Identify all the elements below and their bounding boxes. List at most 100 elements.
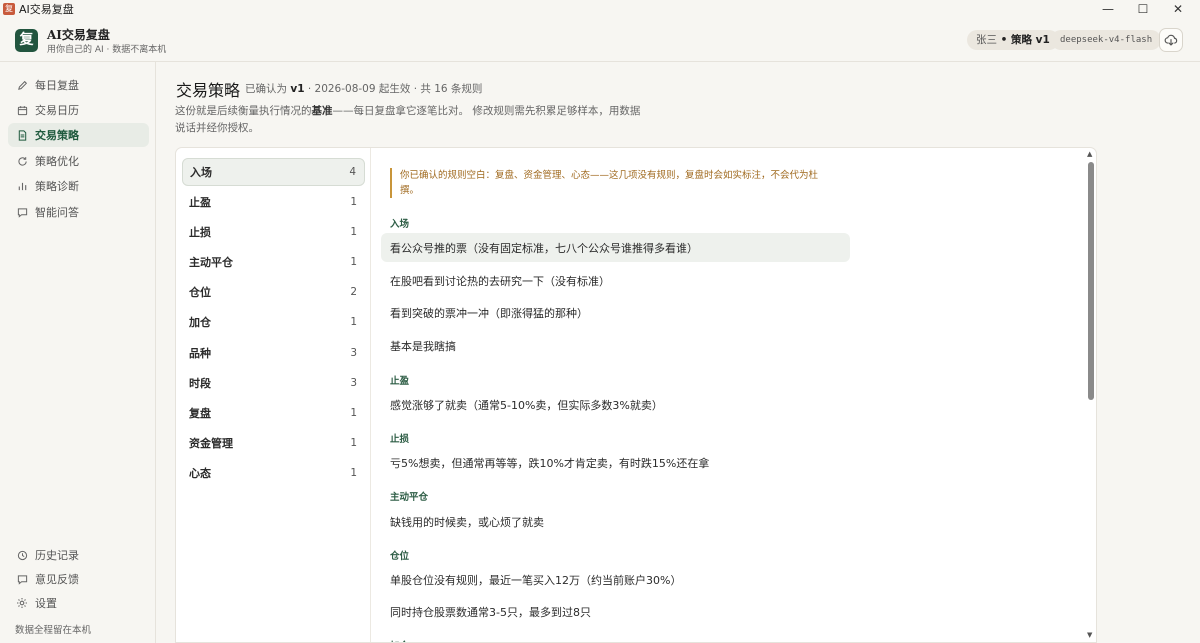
category-item[interactable]: 主动平仓 1 (182, 248, 365, 276)
refresh-icon (16, 155, 28, 167)
section-heading: 止盈 (390, 376, 410, 387)
category-item[interactable]: 入场 4 (182, 158, 365, 186)
close-button[interactable]: ✕ (1155, 0, 1200, 18)
category-count: 1 (350, 316, 357, 328)
strategy-panel: 入场 4 止盈 1 止损 1 主动平仓 1 仓位 2 加仓 1 品种 3 时段 3 复盘 1 资金… (175, 147, 1097, 643)
user-name: 张三 (976, 34, 997, 46)
cloud-download-icon (1164, 34, 1178, 46)
category-name: 资金管理 (189, 437, 233, 450)
rule-row[interactable]: 缺钱用的时候卖，或心烦了就卖 (381, 507, 850, 536)
feedback-icon (16, 573, 28, 585)
page-description: 这份就是后续衡量执行情况的基准——每日复盘拿它逐笔比对。 修改规则需先积累足够样… (175, 103, 645, 137)
sidebar-item-calendar[interactable]: 交易日历 (8, 98, 149, 122)
meta-prefix: 已确认为 (245, 83, 291, 95)
page-meta: 已确认为 v1 · 2026-08-09 起生效 · 共 16 条规则 (245, 81, 482, 96)
category-count: 2 (350, 286, 357, 298)
sidebar-item-strategy[interactable]: 交易策略 (8, 123, 149, 147)
category-item[interactable]: 资金管理 1 (182, 429, 365, 457)
sidebar-item-label: 交易日历 (35, 104, 79, 117)
section-heading: 止损 (390, 434, 410, 445)
sidebar-item-daily-review[interactable]: 每日复盘 (8, 73, 149, 97)
rules-gap-notice: 你已确认的规则空白：复盘、资金管理、心态——这几项没有规则，复盘时会如实标注，不… (390, 168, 820, 198)
section-heading: 加仓 (390, 638, 409, 642)
section-heading: 仓位 (390, 551, 410, 562)
sidebar: 每日复盘 交易日历 交易策略 策略优化 策略诊断 智能问答 历史记录 意见反馈 … (0, 62, 156, 643)
desc-part1: 这份就是后续衡量执行情况的 (175, 105, 312, 117)
category-name: 时段 (189, 377, 211, 390)
category-item[interactable]: 心态 1 (182, 459, 365, 487)
sidebar-item-history[interactable]: 历史记录 (8, 543, 149, 567)
rule-row[interactable]: 亏5%想卖，但通常再等等，跌10%才肯定卖，有时跌15%还在拿 (381, 448, 850, 477)
meta-version: v1 (290, 83, 305, 95)
category-item[interactable]: 止损 1 (182, 218, 365, 246)
user-strategy-badge[interactable]: 张三 • 策略 v1 (967, 30, 1059, 50)
window-title: AI交易复盘 (19, 3, 74, 16)
category-count: 1 (350, 256, 357, 268)
category-name: 入场 (190, 166, 212, 179)
sidebar-item-label: 意见反馈 (35, 573, 79, 586)
sidebar-item-diagnose[interactable]: 策略诊断 (8, 174, 149, 198)
sidebar-footer: 数据全程留在本机 (15, 625, 92, 636)
category-count: 1 (350, 196, 357, 208)
category-item[interactable]: 仓位 2 (182, 278, 365, 306)
badge-separator: • (997, 34, 1012, 46)
category-list: 入场 4 止盈 1 止损 1 主动平仓 1 仓位 2 加仓 1 品种 3 时段 3 复盘 1 资金… (176, 148, 371, 642)
category-count: 1 (350, 437, 357, 449)
category-count: 3 (350, 377, 357, 389)
sidebar-item-label: 历史记录 (35, 549, 79, 562)
sidebar-item-feedback[interactable]: 意见反馈 (8, 567, 149, 591)
gear-icon (16, 597, 28, 609)
page-title: 交易策略 (176, 81, 241, 100)
category-name: 主动平仓 (189, 256, 233, 269)
app-icon: 复 (3, 3, 15, 15)
category-item[interactable]: 时段 3 (182, 369, 365, 397)
category-count: 3 (350, 347, 357, 359)
clock-icon (16, 549, 28, 561)
sidebar-item-optimize[interactable]: 策略优化 (8, 149, 149, 173)
scroll-thumb[interactable] (1088, 162, 1094, 400)
category-item[interactable]: 加仓 1 (182, 308, 365, 336)
category-name: 仓位 (189, 286, 211, 299)
rules-list: 你已确认的规则空白：复盘、资金管理、心态——这几项没有规则，复盘时会如实标注，不… (381, 148, 1081, 642)
sidebar-item-label: 交易策略 (35, 129, 79, 142)
sidebar-item-label: 智能问答 (35, 206, 79, 219)
category-item[interactable]: 品种 3 (182, 339, 365, 367)
strategy-version: 策略 v1 (1011, 34, 1050, 46)
brand-subtitle: 用你自己的 AI · 数据不离本机 (47, 45, 167, 55)
rule-row[interactable]: 基本是我瞎搞 (381, 331, 850, 360)
rule-row[interactable]: 单股仓位没有规则，最近一笔买入12万（约当前账户30%） (381, 565, 850, 594)
sidebar-item-label: 策略优化 (35, 155, 79, 168)
rule-row[interactable]: 在股吧看到讨论热的去研究一下（没有标准） (381, 266, 850, 295)
section-heading: 主动平仓 (390, 492, 429, 503)
category-name: 心态 (189, 467, 211, 480)
category-item[interactable]: 止盈 1 (182, 188, 365, 216)
category-name: 止损 (189, 226, 211, 239)
calendar-icon (16, 104, 28, 116)
pen-icon (16, 79, 28, 91)
rule-row[interactable]: 看公众号推的票（没有固定标准，七八个公众号谁推得多看谁） (381, 233, 850, 262)
chat-icon (16, 206, 28, 218)
sidebar-item-label: 策略诊断 (35, 180, 79, 193)
category-item[interactable]: 复盘 1 (182, 399, 365, 427)
rule-row[interactable]: 感觉涨够了就卖（通常5-10%卖，但实际多数3%就卖） (381, 390, 850, 419)
category-name: 复盘 (189, 407, 211, 420)
category-name: 品种 (189, 347, 211, 360)
sidebar-item-settings[interactable]: 设置 (8, 591, 149, 615)
category-count: 1 (350, 226, 357, 238)
scroll-down-arrow-icon[interactable]: ▼ (1087, 631, 1092, 639)
bar-chart-icon (16, 180, 28, 192)
rule-row[interactable]: 同时持仓股票数通常3-5只，最多到过8只 (381, 597, 850, 626)
app-header: 复 AI交易复盘 用你自己的 AI · 数据不离本机 张三 • 策略 v1 de… (0, 18, 1200, 62)
window-titlebar: 复 AI交易复盘 — ☐ ✕ (0, 0, 1200, 18)
sidebar-item-label: 设置 (35, 597, 57, 610)
model-badge[interactable]: deepseek-v4-flash (1051, 30, 1162, 50)
rules-scrollbar[interactable]: ▲ ▼ (1085, 150, 1097, 643)
app-logo: 复 (15, 29, 38, 52)
rule-row[interactable]: 看到突破的票冲一冲（即涨得猛的那种） (381, 298, 850, 327)
document-icon (16, 129, 28, 141)
scroll-up-arrow-icon[interactable]: ▲ (1087, 150, 1092, 158)
sidebar-item-qa[interactable]: 智能问答 (8, 200, 149, 224)
category-count: 1 (350, 407, 357, 419)
category-name: 止盈 (189, 196, 211, 209)
cloud-download-button[interactable] (1159, 28, 1183, 52)
